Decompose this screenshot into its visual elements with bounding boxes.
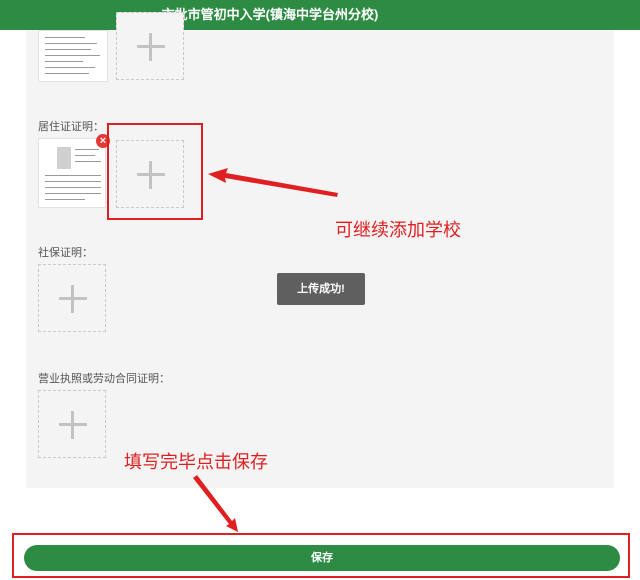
add-upload-button-previous[interactable] xyxy=(116,12,184,80)
page-title: 市批市管初中入学(镇海中学台州分校) xyxy=(161,7,379,22)
business-license-label: 营业执照或劳动合同证明： xyxy=(38,373,170,385)
highlight-box-add-upload xyxy=(107,123,203,220)
upload-success-toast: 上传成功! xyxy=(277,273,365,305)
uploaded-residence-permit-thumbnail[interactable] xyxy=(38,138,106,208)
annotation-continue-add: 可继续添加学校 xyxy=(335,220,461,240)
add-business-license-upload-button[interactable] xyxy=(38,390,106,458)
social-security-label: 社保证明： xyxy=(38,247,93,259)
residence-permit-label: 居住证证明： xyxy=(38,121,104,133)
save-button[interactable]: 保存 xyxy=(24,545,620,571)
form-panel xyxy=(26,30,614,488)
annotation-fill-and-save: 填写完毕点击保存 xyxy=(124,452,268,472)
add-social-security-upload-button[interactable] xyxy=(38,264,106,332)
top-bar: 市批市管初中入学(镇海中学台州分校) xyxy=(0,0,640,30)
uploaded-document-thumbnail-previous[interactable] xyxy=(38,30,108,82)
